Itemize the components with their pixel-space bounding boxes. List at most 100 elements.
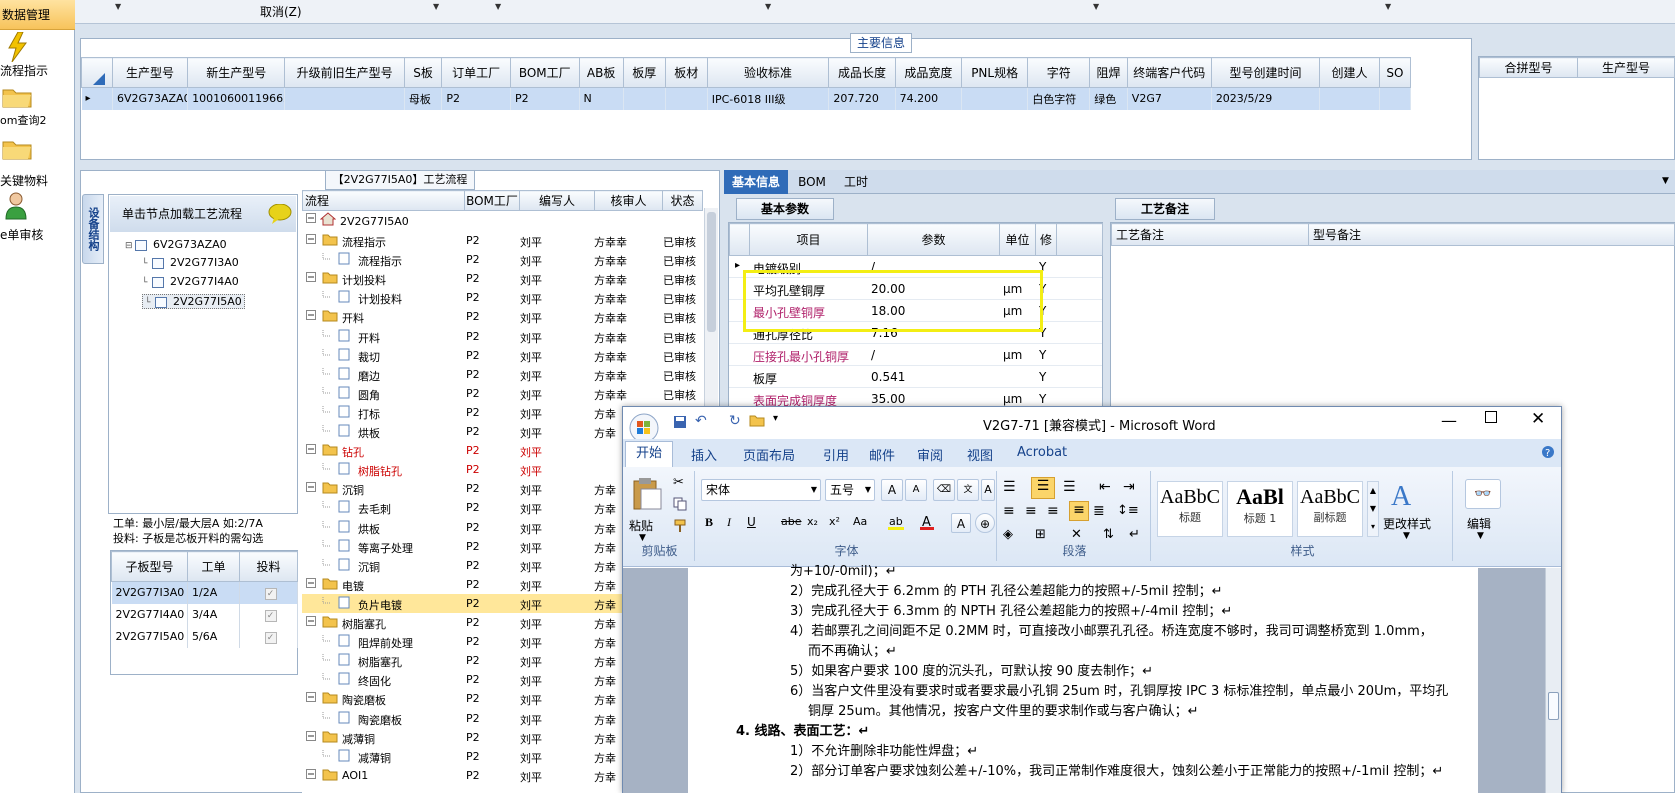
ribbon-tab[interactable]: Acrobat: [1017, 445, 1067, 460]
main-column-header[interactable]: 订单工厂: [441, 57, 511, 88]
shading-icon[interactable]: ◈: [1003, 527, 1013, 542]
main-column-header[interactable]: SO: [1378, 57, 1412, 88]
main-cell[interactable]: [623, 87, 666, 110]
decrease-indent-icon[interactable]: ⇤: [1099, 479, 1111, 495]
grow-font-icon[interactable]: A: [881, 479, 903, 501]
underline-icon[interactable]: U: [747, 515, 756, 529]
feed-checkbox[interactable]: ✓: [264, 609, 277, 622]
sub-board-row[interactable]: 2V2G77I5A0 5/6A ✓: [111, 625, 298, 648]
superscript-icon[interactable]: x²: [829, 515, 840, 528]
main-cell[interactable]: [1319, 87, 1380, 110]
change-styles-icon[interactable]: A: [1389, 479, 1419, 511]
chevron-down-icon[interactable]: ▼: [1385, 2, 1391, 11]
cancel-button[interactable]: 取消(Z): [260, 3, 302, 20]
sub-column-header[interactable]: 子板型号: [111, 551, 188, 582]
collapse-icon[interactable]: [306, 482, 316, 493]
main-column-header[interactable]: 新生产型号: [187, 57, 286, 88]
tab-hours[interactable]: 工时: [834, 170, 878, 194]
param-column-header[interactable]: 项目: [749, 223, 868, 256]
bold-icon[interactable]: B: [705, 515, 713, 530]
line-spacing-icon[interactable]: ↕≡: [1117, 503, 1139, 518]
highlight-icon[interactable]: ab: [887, 513, 905, 531]
collapse-icon[interactable]: [306, 616, 316, 626]
style-title[interactable]: AaBbC 标题: [1157, 481, 1223, 537]
sub-column-header[interactable]: 工单: [187, 551, 240, 582]
main-cell[interactable]: P2: [441, 87, 511, 110]
param-row[interactable]: 板厚 0.541 Y: [729, 366, 1102, 388]
change-styles-button[interactable]: 更改样式: [1383, 515, 1431, 532]
feed-checkbox[interactable]: ✓: [264, 587, 277, 600]
merge-column-header[interactable]: 生产型号: [1577, 57, 1675, 78]
align-right-icon[interactable]: ≡: [1047, 503, 1059, 519]
styles-scroll[interactable]: ▲ ▼ ▾: [1367, 481, 1379, 537]
flow-column-header[interactable]: 核审人: [594, 190, 663, 211]
collapse-icon[interactable]: [306, 234, 316, 244]
main-cell[interactable]: IPC-6018 III级: [707, 87, 830, 110]
main-cell[interactable]: 207.720: [828, 87, 896, 110]
merge-column-header[interactable]: 合拼型号: [1479, 57, 1578, 78]
ribbon-tab[interactable]: 插入: [691, 445, 717, 464]
main-column-header[interactable]: AB板: [578, 57, 624, 88]
sort-icon[interactable]: ⇅: [1103, 527, 1114, 542]
remark-column-header[interactable]: 工艺备注: [1111, 223, 1309, 246]
chevron-down-icon[interactable]: ▼: [115, 2, 121, 11]
numbering-icon[interactable]: ☰: [1031, 477, 1055, 499]
align-center-icon[interactable]: ≡: [1025, 503, 1037, 519]
flow-row[interactable]: 开料 P2 刘平 方幸幸 已审核: [302, 307, 702, 326]
style-heading-1[interactable]: AaBl 标题 1: [1227, 481, 1293, 537]
format-painter-icon[interactable]: [673, 519, 687, 533]
main-column-header[interactable]: 字符: [1027, 57, 1091, 88]
ribbon-tab[interactable]: 视图: [967, 445, 993, 464]
ribbon-tab[interactable]: 开始: [625, 441, 674, 467]
main-column-header[interactable]: 阻焊: [1089, 57, 1128, 88]
ribbon-tab[interactable]: 邮件: [869, 445, 895, 464]
change-case-icon[interactable]: Aa: [853, 515, 867, 528]
main-column-header[interactable]: 成品长度: [828, 57, 896, 88]
flow-row[interactable]: 开料 P2 刘平 方幸幸 已审核: [302, 327, 702, 346]
main-cell[interactable]: 白色字符: [1027, 87, 1091, 110]
tree-node[interactable]: └ 2V2G77I4A0: [142, 275, 239, 288]
main-column-header[interactable]: PNL规格: [960, 57, 1029, 88]
show-marks-icon[interactable]: ↵: [1129, 527, 1140, 542]
flow-row[interactable]: 流程指示 P2 刘平 方幸幸 已审核: [302, 231, 702, 250]
ribbon-tab[interactable]: 页面布局: [743, 445, 795, 464]
strikethrough-icon[interactable]: abe: [781, 515, 802, 528]
chevron-down-icon[interactable]: ▼: [1093, 2, 1099, 11]
param-column-header[interactable]: 参数: [867, 223, 1000, 256]
main-cell[interactable]: P2: [510, 87, 580, 110]
collapse-icon[interactable]: [306, 768, 316, 779]
justify-icon[interactable]: ≡: [1069, 501, 1089, 521]
font-color-icon[interactable]: A: [919, 513, 935, 531]
main-column-header[interactable]: 成品宽度: [894, 57, 962, 88]
save-icon[interactable]: [673, 415, 687, 429]
param-column-header[interactable]: 单位: [999, 223, 1036, 256]
main-cell[interactable]: 母板: [404, 87, 443, 110]
nav-item-query[interactable]: om查询2: [0, 84, 75, 134]
tree-node[interactable]: └ 2V2G77I3A0: [142, 256, 239, 269]
phonetic-icon[interactable]: 文: [957, 479, 979, 501]
align-left-icon[interactable]: ≡: [1003, 503, 1015, 519]
flow-column-header[interactable]: 流程: [302, 190, 465, 211]
collapse-icon[interactable]: [306, 730, 316, 741]
flow-row[interactable]: 裁切 P2 刘平 方幸幸 已审核: [302, 346, 702, 365]
main-cell[interactable]: [961, 87, 1029, 110]
main-column-header[interactable]: 终端客户代码: [1126, 57, 1212, 88]
main-column-header[interactable]: BOM工厂: [509, 57, 580, 88]
sub-board-row[interactable]: 2V2G77I4A0 3/4A ✓: [111, 603, 298, 626]
collapse-icon[interactable]: [306, 692, 316, 703]
style-subtitle[interactable]: AaBbC 副标题: [1297, 481, 1363, 537]
tree-node[interactable]: └ 2V2G77I5A0: [142, 294, 245, 309]
tree-node[interactable]: ⊟ 6V2G73AZA0: [125, 238, 227, 251]
tab-bom[interactable]: BOM: [792, 170, 832, 194]
nav-title[interactable]: 数据管理: [0, 0, 75, 30]
flow-row[interactable]: 磨边 P2 刘平 方幸幸 已审核: [302, 365, 702, 384]
clear-format-icon[interactable]: ⌫: [933, 479, 955, 501]
collapse-icon[interactable]: [306, 444, 316, 455]
paste-button[interactable]: 粘贴: [629, 517, 653, 534]
flow-root-row[interactable]: 2V2G77I5A0: [302, 212, 702, 231]
enclose-char-icon[interactable]: ⊕: [975, 513, 995, 533]
nav-item-material[interactable]: 关键物料: [0, 136, 75, 188]
font-size-select[interactable]: 五号 ▼: [825, 479, 875, 501]
edit-button[interactable]: 编辑: [1467, 515, 1491, 532]
sub-board-row[interactable]: 2V2G77I3A0 1/2A ✓: [111, 581, 298, 604]
